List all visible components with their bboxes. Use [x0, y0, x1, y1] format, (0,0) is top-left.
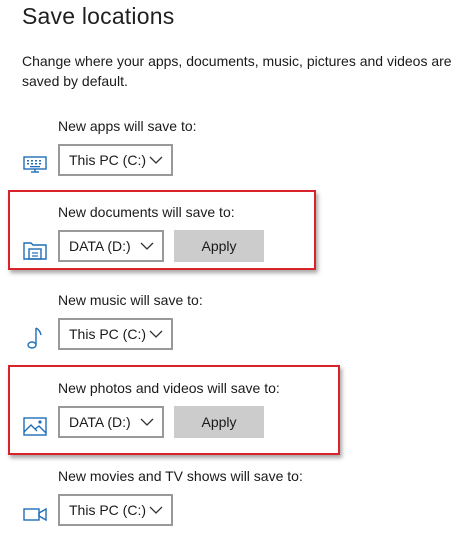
dropdown-selected-value: DATA (D:) — [69, 414, 131, 430]
chevron-down-icon — [140, 241, 154, 251]
setting-new-apps: New apps will save to: This PC (C:) — [0, 118, 467, 188]
dropdown-selected-value: This PC (C:) — [69, 152, 146, 168]
documents-save-location-dropdown[interactable]: DATA (D:) — [58, 230, 164, 262]
setting-new-movies-tv: New movies and TV shows will save to: Th… — [0, 468, 467, 536]
picture-icon — [22, 413, 48, 439]
setting-label: New movies and TV shows will save to: — [58, 468, 303, 484]
setting-new-music: New music will save to: This PC (C:) — [0, 292, 467, 362]
documents-folder-icon — [22, 237, 48, 263]
video-camera-icon — [22, 501, 48, 527]
chevron-down-icon — [149, 155, 163, 165]
dropdown-selected-value: This PC (C:) — [69, 326, 146, 342]
page-title: Save locations — [22, 3, 175, 29]
setting-label: New documents will save to: — [58, 204, 235, 220]
apps-save-location-dropdown[interactable]: This PC (C:) — [58, 144, 173, 176]
documents-apply-button[interactable]: Apply — [174, 230, 264, 262]
chevron-down-icon — [140, 417, 154, 427]
chevron-down-icon — [149, 505, 163, 515]
music-save-location-dropdown[interactable]: This PC (C:) — [58, 318, 173, 350]
setting-label: New photos and videos will save to: — [58, 380, 280, 396]
setting-label: New music will save to: — [58, 292, 203, 308]
setting-new-photos-videos: New photos and videos will save to: DATA… — [0, 380, 467, 450]
music-note-icon — [22, 325, 48, 351]
photos-videos-apply-button[interactable]: Apply — [174, 406, 264, 438]
dropdown-selected-value: This PC (C:) — [69, 502, 146, 518]
photos-videos-save-location-dropdown[interactable]: DATA (D:) — [58, 406, 164, 438]
chevron-down-icon — [149, 329, 163, 339]
page-description: Change where your apps, documents, music… — [22, 53, 452, 89]
dropdown-selected-value: DATA (D:) — [69, 238, 131, 254]
monitor-icon — [22, 151, 48, 177]
setting-new-documents: New documents will save to: DATA (D:) Ap… — [0, 204, 467, 274]
movies-tv-save-location-dropdown[interactable]: This PC (C:) — [58, 494, 173, 526]
setting-label: New apps will save to: — [58, 118, 197, 134]
